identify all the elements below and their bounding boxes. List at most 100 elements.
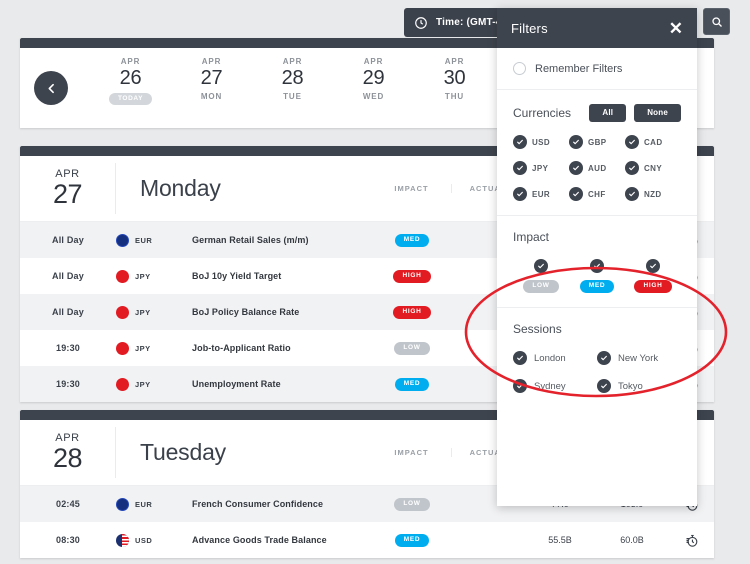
currency-checkbox-label: JPY xyxy=(532,164,548,173)
currency-checkbox-gbp[interactable]: GBP xyxy=(569,135,625,149)
prev-week-button[interactable] xyxy=(34,71,68,105)
flag-jpy-icon xyxy=(116,378,129,391)
date-cell-26[interactable]: APR26 TODAY xyxy=(90,57,171,119)
impact-checkbox-med[interactable]: MED xyxy=(569,259,625,293)
event-time: All Day xyxy=(20,307,116,317)
date-cell-month: APR xyxy=(283,57,303,66)
checkbox-checked-icon[interactable] xyxy=(513,187,527,201)
checkbox-checked-icon[interactable] xyxy=(625,161,639,175)
checkbox-checked-icon[interactable] xyxy=(646,259,660,273)
checkbox-checked-icon[interactable] xyxy=(625,135,639,149)
checkbox-checked-icon[interactable] xyxy=(569,135,583,149)
select-none-button[interactable]: None xyxy=(634,104,681,122)
currencies-header: Currencies All None xyxy=(513,104,681,122)
session-checkbox-grid: London New York SydneyTokyo xyxy=(513,351,681,393)
day-header-day: 28 xyxy=(20,445,115,472)
close-icon[interactable]: ✕ xyxy=(669,20,683,37)
today-badge: TODAY xyxy=(109,93,152,105)
currencies-section: Currencies All None USDGBPCAD JPY AUD CNY EU… xyxy=(497,90,697,216)
date-cell-day: 29 xyxy=(363,67,385,89)
checkbox-checked-icon[interactable] xyxy=(534,259,548,273)
table-row[interactable]: 08:30USDAdvance Goods Trade BalanceMED55… xyxy=(20,522,714,558)
event-currency: USD xyxy=(116,534,192,547)
date-cell-month: APR xyxy=(202,57,222,66)
session-checkbox-london[interactable]: London xyxy=(513,351,597,365)
event-impact: HIGH xyxy=(372,305,452,319)
checkbox-checked-icon[interactable] xyxy=(513,351,527,365)
currency-checkbox-label: CHF xyxy=(588,190,606,199)
currency-code: USD xyxy=(135,536,152,545)
remember-filters-row[interactable]: Remember Filters xyxy=(513,62,681,75)
radio-unchecked-icon[interactable] xyxy=(513,62,526,75)
day-header-date: APR28 xyxy=(20,427,116,478)
session-checkbox-tokyo[interactable]: Tokyo xyxy=(597,379,681,393)
calendar-app: Time: (GMT-4 APR26TODAYAPR27MONAPR28TUEA… xyxy=(0,0,750,564)
event-time: All Day xyxy=(20,235,116,245)
currency-code: EUR xyxy=(135,500,152,509)
impact-checkbox-high[interactable]: HIGH xyxy=(625,259,681,293)
date-cell-day: 27 xyxy=(201,67,223,89)
sessions-section: Sessions London New York SydneyTokyo xyxy=(497,308,697,407)
sessions-heading: Sessions xyxy=(513,322,681,336)
event-name: German Retail Sales (m/m) xyxy=(192,235,372,245)
event-time: 19:30 xyxy=(20,379,116,389)
date-cells: APR26TODAYAPR27MONAPR28TUEAPR29WEDAPR30T… xyxy=(90,57,495,119)
event-name: Unemployment Rate xyxy=(192,379,372,389)
checkbox-checked-icon[interactable] xyxy=(597,351,611,365)
status-badge: MED xyxy=(395,378,430,391)
status-badge: LOW xyxy=(394,498,429,511)
status-badge: MED xyxy=(395,234,430,247)
event-time: All Day xyxy=(20,271,116,281)
checkbox-checked-icon[interactable] xyxy=(513,379,527,393)
day-header-name: Monday xyxy=(116,175,372,202)
currency-checkbox-chf[interactable]: CHF xyxy=(569,187,625,201)
remember-filters-label: Remember Filters xyxy=(535,63,622,75)
flag-jpy-icon xyxy=(116,270,129,283)
checkbox-checked-icon[interactable] xyxy=(513,135,527,149)
event-impact: LOW xyxy=(372,341,452,355)
date-cell-month: APR xyxy=(121,57,141,66)
currency-checkbox-label: AUD xyxy=(588,164,607,173)
checkbox-checked-icon[interactable] xyxy=(569,187,583,201)
checkbox-checked-icon[interactable] xyxy=(569,161,583,175)
search-icon[interactable] xyxy=(703,8,730,35)
checkbox-checked-icon[interactable] xyxy=(625,187,639,201)
currency-checkbox-eur[interactable]: EUR xyxy=(513,187,569,201)
currency-checkbox-jpy[interactable]: JPY xyxy=(513,161,569,175)
currency-checkbox-cny[interactable]: CNY xyxy=(625,161,681,175)
select-all-button[interactable]: All xyxy=(589,104,626,122)
session-checkbox-sydney[interactable]: Sydney xyxy=(513,379,597,393)
date-cell-27[interactable]: APR27MON xyxy=(171,57,252,119)
impact-section: Impact LOWMEDHIGH xyxy=(497,216,697,308)
currency-checkbox-usd[interactable]: USD xyxy=(513,135,569,149)
stopwatch-icon[interactable] xyxy=(668,533,714,548)
event-currency: JPY xyxy=(116,306,192,319)
event-name: Job-to-Applicant Ratio xyxy=(192,343,372,353)
currency-code: EUR xyxy=(135,236,152,245)
currency-checkbox-aud[interactable]: AUD xyxy=(569,161,625,175)
date-cell-weekday: TUE xyxy=(283,92,302,101)
event-time: 02:45 xyxy=(20,499,116,509)
impact-checkbox-grid: LOWMED HIGH xyxy=(513,259,681,293)
flag-eur-icon xyxy=(116,234,129,247)
session-checkbox-new-york[interactable]: New York xyxy=(597,351,681,365)
checkbox-checked-icon[interactable] xyxy=(513,161,527,175)
date-cell-weekday: THU xyxy=(445,92,464,101)
date-cell-29[interactable]: APR29WED xyxy=(333,57,414,119)
filters-header: Filters ✕ xyxy=(497,8,697,48)
session-checkbox-label: New York xyxy=(618,353,658,364)
impact-checkbox-low[interactable]: LOW xyxy=(513,259,569,293)
clock-icon xyxy=(414,16,428,30)
event-time: 19:30 xyxy=(20,343,116,353)
date-cell-30[interactable]: APR30THU xyxy=(414,57,495,119)
checkbox-checked-icon[interactable] xyxy=(597,379,611,393)
currency-checkbox-nzd[interactable]: NZD xyxy=(625,187,681,201)
checkbox-checked-icon[interactable] xyxy=(590,259,604,273)
date-cell-day: 26 xyxy=(120,67,142,89)
status-badge: MED xyxy=(395,534,430,547)
currency-checkbox-cad[interactable]: CAD xyxy=(625,135,681,149)
impact-badge: HIGH xyxy=(634,280,671,293)
currency-code: JPY xyxy=(135,380,151,389)
currency-checkbox-label: EUR xyxy=(532,190,550,199)
date-cell-28[interactable]: APR28TUE xyxy=(252,57,333,119)
